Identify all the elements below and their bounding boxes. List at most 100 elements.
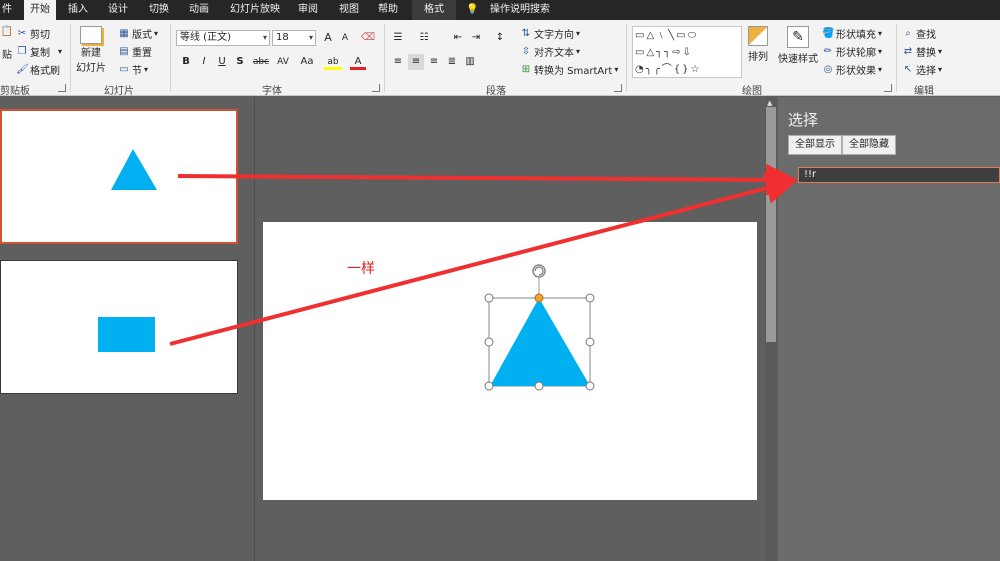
shrink-font-button[interactable]: A xyxy=(337,30,353,46)
tab-format[interactable]: 格式 xyxy=(412,0,456,20)
slide-thumbnails-pane xyxy=(0,97,255,561)
copy-icon: ❐ xyxy=(17,45,27,57)
group-separator xyxy=(170,24,171,92)
scrollbar-thumb[interactable] xyxy=(766,107,776,342)
smartart-button[interactable]: ⊞ 转换为 SmartArt ▾ xyxy=(520,62,619,78)
tell-me-search[interactable]: 操作说明搜索 xyxy=(484,0,556,20)
cut-button[interactable]: ✂ 剪切 xyxy=(16,26,50,42)
char-spacing-button[interactable]: AV xyxy=(272,54,294,70)
shapes-row-3: ◔╮╭⌒{}☆ xyxy=(635,64,702,75)
line-spacing-icon[interactable]: ↕ xyxy=(492,30,508,46)
tab-insert[interactable]: 插入 xyxy=(62,0,94,20)
quick-styles-label: 快速样式 xyxy=(778,54,818,65)
shapes-gallery[interactable]: ▭△﹨╲▭⬭ ▭△┐┐⇨⇩ ◔╮╭⌒{}☆ xyxy=(632,26,742,78)
tab-review[interactable]: 审阅 xyxy=(292,0,324,20)
italic-button[interactable]: I xyxy=(196,54,212,70)
underline-button[interactable]: U xyxy=(214,54,230,70)
chevron-down-icon: ▾ xyxy=(308,33,313,42)
change-case-button[interactable]: Aa xyxy=(296,54,318,70)
align-left-icon[interactable]: ≡ xyxy=(390,54,406,70)
editing-group-label: 编辑 xyxy=(914,86,934,97)
bullets-icon[interactable]: ☰ xyxy=(390,30,406,46)
quick-styles-button[interactable]: ✎ 快速样式 xyxy=(778,26,818,65)
group-separator xyxy=(384,24,385,92)
clipboard-launcher-icon[interactable] xyxy=(58,84,66,92)
new-slide-icon xyxy=(80,26,102,44)
align-text-button[interactable]: ⇳ 对齐文本 ▾ xyxy=(520,44,580,60)
rectangle-shape-thumbnail xyxy=(98,317,155,352)
decrease-indent-icon[interactable]: ⇤ xyxy=(450,30,466,46)
drawing-group-label: 绘图 xyxy=(742,86,762,97)
paragraph-launcher-icon[interactable] xyxy=(614,84,622,92)
selection-list-item[interactable]: !!r xyxy=(798,167,1000,183)
increase-indent-icon[interactable]: ⇥ xyxy=(468,30,484,46)
strikethrough-button[interactable]: abc xyxy=(250,54,272,70)
align-right-icon[interactable]: ≡ xyxy=(426,54,442,70)
slide-thumbnail-1[interactable] xyxy=(0,109,238,244)
shape-outline-button[interactable]: ✏ 形状轮廓 ▾ xyxy=(822,44,882,60)
triangle-shape[interactable] xyxy=(490,298,590,386)
font-launcher-icon[interactable] xyxy=(372,84,380,92)
highlight-button[interactable]: ab xyxy=(324,54,342,70)
clipboard-group-label: 剪贴板 xyxy=(0,86,30,97)
arrange-button[interactable]: 排列 xyxy=(748,26,768,63)
find-button[interactable]: ⌕ 查找 xyxy=(902,26,936,42)
reset-button[interactable]: ▤ 重置 xyxy=(118,44,152,60)
drawing-launcher-icon[interactable] xyxy=(884,84,892,92)
copy-button[interactable]: ❐ 复制 ▾ xyxy=(16,44,63,60)
paint-bucket-icon: 🪣 xyxy=(822,27,835,39)
reset-icon: ▤ xyxy=(119,45,129,57)
align-center-icon[interactable]: ≡ xyxy=(408,54,424,70)
slide-canvas[interactable]: 一样 xyxy=(263,222,757,500)
slide-thumbnail-2[interactable] xyxy=(0,260,238,394)
chevron-down-icon: ▾ xyxy=(262,33,267,42)
font-color-button[interactable]: A xyxy=(350,54,366,70)
tab-transitions[interactable]: 切换 xyxy=(143,0,175,20)
shape-effects-button[interactable]: ◎ 形状效果 ▾ xyxy=(822,62,882,78)
new-slide-label-1: 新建 xyxy=(81,48,101,59)
numbering-icon[interactable]: ☷ xyxy=(416,30,432,46)
text-direction-button[interactable]: ⇅ 文字方向 ▾ xyxy=(520,26,580,42)
paste-label: 贴 xyxy=(2,50,12,61)
clear-format-icon[interactable]: ⌫ xyxy=(360,30,376,46)
replace-icon: ⇄ xyxy=(903,45,913,57)
font-size-value: 18 xyxy=(276,32,289,43)
selected-triangle-group[interactable] xyxy=(263,222,757,500)
tab-file[interactable]: 件 xyxy=(0,0,18,20)
show-all-button[interactable]: 全部显示 xyxy=(788,135,842,155)
scissors-icon: ✂ xyxy=(17,27,27,39)
format-painter-label: 格式刷 xyxy=(30,66,60,77)
replace-label: 替换 xyxy=(916,48,936,59)
scroll-up-icon[interactable]: ▲ xyxy=(767,99,772,107)
tab-help[interactable]: 帮助 xyxy=(372,0,404,20)
section-button[interactable]: ▭ 节 ▾ xyxy=(118,62,148,78)
paste-button[interactable]: 📋 贴 xyxy=(0,26,14,61)
shape-fill-button[interactable]: 🪣 形状填充 ▾ xyxy=(822,26,882,42)
new-slide-button[interactable]: 新建 幻灯片 xyxy=(76,26,106,74)
columns-icon[interactable]: ▥ xyxy=(462,54,478,70)
arrange-label: 排列 xyxy=(748,52,768,63)
grow-font-button[interactable]: A xyxy=(320,30,336,46)
tab-view[interactable]: 视图 xyxy=(333,0,365,20)
tab-design[interactable]: 设计 xyxy=(102,0,134,20)
tab-slideshow[interactable]: 幻灯片放映 xyxy=(224,0,286,20)
hide-all-button[interactable]: 全部隐藏 xyxy=(842,135,896,155)
layout-button[interactable]: ▦ 版式 ▾ xyxy=(118,26,158,42)
new-slide-label-2: 幻灯片 xyxy=(76,63,106,74)
brush-icon: 🖌 xyxy=(16,63,29,75)
format-painter-button[interactable]: 🖌 格式刷 xyxy=(16,62,60,78)
font-name-combo[interactable]: 等线 (正文) ▾ xyxy=(176,30,270,46)
replace-button[interactable]: ⇄ 替换 ▾ xyxy=(902,44,942,60)
selection-pane-title: 选择 xyxy=(788,111,819,129)
tab-animations[interactable]: 动画 xyxy=(183,0,215,20)
bold-button[interactable]: B xyxy=(178,54,194,70)
shadow-button[interactable]: S xyxy=(232,54,248,70)
justify-icon[interactable]: ≣ xyxy=(444,54,460,70)
smartart-icon: ⊞ xyxy=(521,63,531,75)
rotate-handle-icon[interactable] xyxy=(532,264,546,278)
ribbon-tab-bar: 件 开始 插入 设计 切换 动画 幻灯片放映 审阅 视图 帮助 格式 💡 操作说… xyxy=(0,0,1000,20)
select-button[interactable]: ↖ 选择 ▾ xyxy=(902,62,942,78)
tab-home[interactable]: 开始 xyxy=(24,0,56,20)
shapes-row-2: ▭△┐┐⇨⇩ xyxy=(635,47,693,58)
font-size-combo[interactable]: 18 ▾ xyxy=(272,30,316,46)
